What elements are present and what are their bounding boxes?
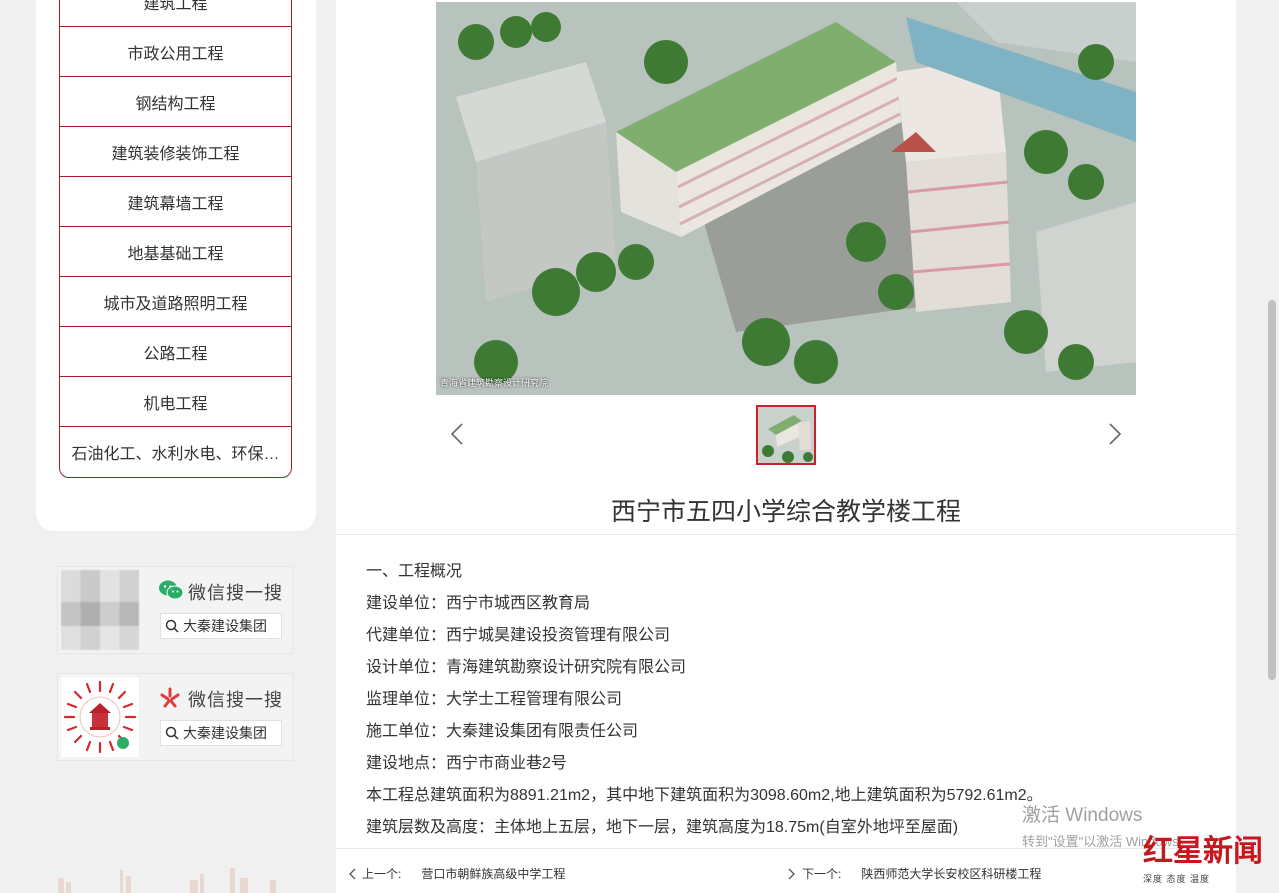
info-line: 一、工程概况 — [366, 563, 463, 580]
info-line: 代建单位：西宁城昊建设投资管理有限公司 — [366, 627, 671, 644]
info-line: 建设地点：西宁市商业巷2号 — [366, 755, 567, 772]
prev-project-title[interactable]: 营口市朝鲜族高级中学工程 — [421, 865, 565, 882]
info-line: 建设单位：西宁市城西区教育局 — [366, 595, 591, 612]
info-line: 设计单位：青海建筑勘察设计研究院有限公司 — [366, 659, 687, 676]
next-project-link[interactable]: 下一个: 陕西师范大学长安校区科研楼工程 — [788, 865, 1041, 882]
prev-project-link[interactable]: 上一个: 营口市朝鲜族高级中学工程 — [348, 865, 565, 882]
qr-card-title: 微信搜一搜 — [188, 690, 283, 710]
image-thumbnail[interactable] — [756, 405, 816, 465]
chevron-right-icon — [788, 868, 795, 879]
qr-card-title: 微信搜一搜 — [188, 583, 283, 603]
search-icon — [165, 726, 179, 740]
qr-search-text: 大秦建设集团 — [183, 725, 267, 741]
category-list: 建筑工程 市政公用工程 钢结构工程 建筑装修装饰工程 建筑幕墙工程 地基基础工程… — [59, 0, 292, 478]
chevron-left-icon — [349, 868, 356, 879]
prev-label: 上一个: — [362, 867, 402, 881]
scrollbar-thumb[interactable] — [1268, 300, 1276, 680]
news-slogan: 深度 态度 温度 — [1143, 874, 1211, 884]
next-image-arrow-icon[interactable] — [1108, 422, 1122, 446]
next-project-title[interactable]: 陕西师范大学长安校区科研楼工程 — [861, 865, 1041, 882]
category-item-decoration[interactable]: 建筑装修装饰工程 — [60, 127, 291, 177]
page-scrollbar[interactable] — [1265, 0, 1279, 893]
category-item-mechanical[interactable]: 机电工程 — [60, 377, 291, 427]
news-brand: 红星新闻 — [1143, 834, 1263, 869]
qr-card-weixin-search: 微信搜一搜 大秦建设集团 — [57, 673, 293, 761]
project-detail-panel: 青海省建筑勘察设计研究院 西宁市五四小学综合教学楼工程 一、工程概况 建设单位：… — [336, 0, 1236, 893]
info-line: 施工单位：大秦建设集团有限责任公司 — [366, 723, 639, 740]
category-item-steel[interactable]: 钢结构工程 — [60, 77, 291, 127]
mini-program-code-image — [61, 677, 139, 757]
qr-search-box[interactable]: 大秦建设集团 — [160, 720, 282, 746]
category-item-building[interactable]: 建筑工程 — [60, 0, 291, 27]
category-item-lighting[interactable]: 城市及道路照明工程 — [60, 277, 291, 327]
qr-code-image — [61, 570, 139, 650]
red-star-news-logo: 红星新闻 深度 态度 温度 — [1143, 826, 1273, 886]
thumbnail-building-image — [758, 407, 814, 463]
next-label: 下一个: — [802, 867, 842, 881]
category-item-municipal[interactable]: 市政公用工程 — [60, 27, 291, 77]
wechat-icon — [159, 580, 184, 600]
info-line: 监理单位：大学士工程管理有限公司 — [366, 691, 623, 708]
project-title: 西宁市五四小学综合教学楼工程 — [610, 498, 961, 526]
category-item-foundation[interactable]: 地基基础工程 — [60, 227, 291, 277]
watermark-line-1: 激活 Windows — [1022, 805, 1143, 826]
school-building-rendering — [436, 2, 1136, 395]
qr-search-text: 大秦建设集团 — [183, 618, 267, 634]
title-divider — [336, 534, 1236, 535]
qr-search-box[interactable]: 大秦建设集团 — [160, 613, 282, 639]
category-item-curtain-wall[interactable]: 建筑幕墙工程 — [60, 177, 291, 227]
hero-caption: 青海省建筑勘察设计研究院 — [440, 378, 549, 388]
qr-card-wechat: 微信搜一搜 大秦建设集团 — [57, 566, 293, 654]
search-icon — [165, 619, 179, 633]
weixin-search-icon — [160, 687, 180, 708]
category-sidebar: 建筑工程 市政公用工程 钢结构工程 建筑装修装饰工程 建筑幕墙工程 地基基础工程… — [36, 0, 316, 531]
category-item-highway[interactable]: 公路工程 — [60, 327, 291, 377]
category-item-petrochemical[interactable]: 石油化工、水利水电、环保… — [60, 427, 291, 477]
project-hero-image: 青海省建筑勘察设计研究院 — [436, 2, 1136, 395]
city-skyline-decoration — [58, 868, 276, 893]
prev-next-nav: 上一个: 营口市朝鲜族高级中学工程 下一个: 陕西师范大学长安校区科研楼工程 — [336, 848, 1236, 893]
prev-image-arrow-icon[interactable] — [450, 422, 464, 446]
